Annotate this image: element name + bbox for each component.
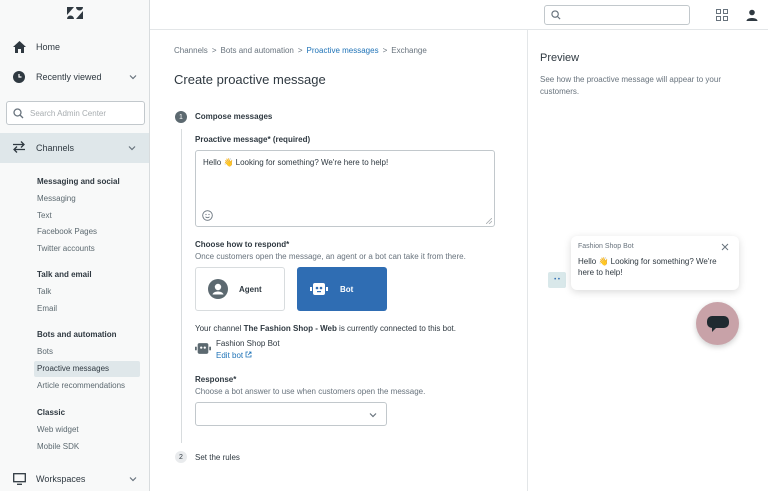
- sidebar-item-messaging[interactable]: Messaging: [37, 194, 76, 203]
- group-heading: Messaging and social: [37, 177, 120, 186]
- main-content: Channels > Bots and automation > Proactive m…: [150, 30, 528, 491]
- nav-workspaces-label: Workspaces: [36, 474, 86, 484]
- step-1-label: Compose messages: [195, 112, 273, 121]
- response-label: Response*: [195, 375, 237, 384]
- external-link-icon: [245, 351, 252, 358]
- breadcrumb: Channels > Bots and automation > Proactive m…: [174, 46, 427, 55]
- nav-channels[interactable]: Channels: [0, 133, 149, 163]
- channel-text-prefix: Your channel: [195, 324, 244, 333]
- edit-bot-link[interactable]: Edit bot: [216, 351, 252, 360]
- connected-bot-name: Fashion Shop Bot: [216, 339, 280, 348]
- step-1-badge: 1: [175, 111, 187, 123]
- chat-icon: [706, 315, 729, 332]
- sidebar-item-text[interactable]: Text: [37, 211, 52, 220]
- user-icon[interactable]: [745, 8, 759, 22]
- nav-home-label: Home: [36, 42, 61, 52]
- bot-option[interactable]: Bot: [297, 267, 387, 311]
- preview-description: See how the proactive message will appea…: [540, 75, 721, 96]
- sidebar: Home Recently viewed Channels Messaging …: [0, 0, 150, 491]
- response-select[interactable]: [195, 402, 387, 426]
- resize-handle-icon[interactable]: [486, 218, 492, 224]
- nav-recently-viewed-label: Recently viewed: [36, 72, 102, 82]
- nav-home[interactable]: Home: [0, 34, 150, 60]
- step-connector: [181, 129, 182, 443]
- sidebar-item-email[interactable]: Email: [37, 304, 57, 313]
- monitor-icon: [12, 472, 26, 486]
- preview-bot-name: Fashion Shop Bot: [578, 243, 634, 250]
- nav-recently-viewed[interactable]: Recently viewed: [0, 64, 150, 90]
- admin-search[interactable]: [6, 101, 145, 125]
- home-icon: [12, 40, 26, 54]
- sidebar-item-proactive-messages[interactable]: Proactive messages: [37, 364, 109, 373]
- apps-grid-icon[interactable]: [715, 8, 729, 22]
- sidebar-item-twitter-accounts[interactable]: Twitter accounts: [37, 244, 95, 253]
- preview-message: Hello 👋 Looking for something? We're her…: [578, 257, 717, 277]
- search-icon: [13, 107, 24, 118]
- admin-search-input[interactable]: [30, 108, 140, 118]
- close-icon[interactable]: [721, 243, 729, 251]
- message-value: Hello 👋 Looking for something? We're her…: [203, 158, 389, 167]
- preview-title: Preview: [540, 52, 580, 64]
- breadcrumb-current: Exchange: [391, 46, 427, 55]
- edit-bot-label: Edit bot: [216, 351, 244, 360]
- nav-workspaces[interactable]: Workspaces: [0, 466, 150, 491]
- respond-label: Choose how to respond*: [195, 240, 290, 249]
- preview-message-bubble: Fashion Shop Bot Hello 👋 Looking for som…: [571, 236, 739, 290]
- chevron-down-icon: [129, 477, 137, 482]
- emoji-icon[interactable]: [202, 210, 213, 221]
- group-heading: Classic: [37, 408, 66, 417]
- chevron-down-icon: [369, 413, 377, 418]
- bot-option-label: Bot: [340, 284, 354, 294]
- messenger-launcher[interactable]: [696, 302, 739, 345]
- breadcrumb-channels[interactable]: Channels: [174, 46, 208, 55]
- channel-text-suffix: is currently connected to this bot.: [336, 324, 456, 333]
- channel-connection-text: Your channel The Fashion Shop - Web is c…: [195, 324, 456, 333]
- arrows-swap-icon: [12, 141, 26, 155]
- chevron-down-icon: [128, 146, 136, 151]
- sidebar-item-mobile-sdk[interactable]: Mobile SDK: [37, 442, 79, 451]
- sidebar-item-facebook-pages[interactable]: Facebook Pages: [37, 227, 97, 236]
- nav-channels-label: Channels: [36, 143, 75, 153]
- group-heading: Talk and email: [37, 270, 92, 279]
- agent-option[interactable]: Agent: [195, 267, 285, 311]
- agent-option-label: Agent: [239, 284, 262, 294]
- sidebar-item-bots[interactable]: Bots: [37, 347, 53, 356]
- global-search-input[interactable]: [565, 10, 685, 20]
- bot-icon: [195, 343, 211, 354]
- zendesk-logo[interactable]: [66, 6, 84, 20]
- step-2-badge: 2: [175, 451, 187, 463]
- group-heading: Bots and automation: [37, 330, 117, 339]
- message-textarea[interactable]: Hello 👋 Looking for something? We're her…: [195, 150, 495, 227]
- channel-name: The Fashion Shop - Web: [243, 324, 337, 333]
- search-icon: [551, 10, 561, 20]
- page-title: Create proactive message: [174, 72, 326, 87]
- respond-hint: Once customers open the message, an agen…: [195, 252, 466, 261]
- chevron-down-icon: [129, 75, 137, 80]
- response-hint: Choose a bot answer to use when customer…: [195, 387, 426, 396]
- breadcrumb-proactive-messages[interactable]: Proactive messages: [307, 46, 379, 55]
- sidebar-item-talk[interactable]: Talk: [37, 287, 51, 296]
- clock-icon: [12, 70, 26, 84]
- sidebar-item-article-recommendations[interactable]: Article recommendations: [37, 381, 125, 390]
- global-search[interactable]: [544, 5, 690, 25]
- agent-icon: [208, 279, 228, 299]
- breadcrumb-bots-and-automation[interactable]: Bots and automation: [220, 46, 293, 55]
- step-2-label[interactable]: Set the rules: [195, 453, 240, 462]
- sidebar-item-web-widget[interactable]: Web widget: [37, 425, 79, 434]
- bot-avatar: • •: [548, 272, 566, 288]
- message-label: Proactive message* (required): [195, 135, 311, 144]
- bot-icon: [309, 279, 329, 299]
